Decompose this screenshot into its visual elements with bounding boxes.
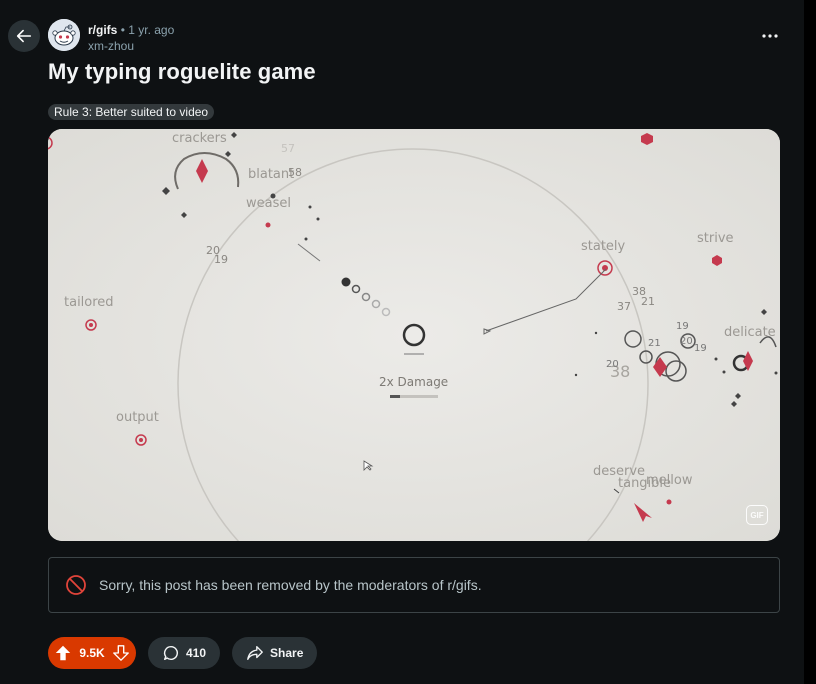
post-page: r/gifs • 1 yr. ago xm-zhou My typing rog… [0,0,804,684]
subreddit-link[interactable]: r/gifs [88,23,117,37]
post-title: My typing roguelite game [48,59,316,84]
gif-badge: GIF [746,505,768,525]
subreddit-icon [48,19,80,51]
damage-number: 20 [606,359,619,370]
word-delicate: delicate [724,325,776,340]
comment-count: 410 [186,646,207,660]
meta-separator: • [120,23,125,37]
downvote-button[interactable] [112,644,130,662]
vote-count: 9.5K [79,646,105,660]
post-meta: r/gifs • 1 yr. ago xm-zhou [88,22,174,54]
comments-button[interactable]: 410 [148,637,221,669]
damage-number: 57 [281,142,295,155]
damage-number: 19 [694,343,707,354]
scrollbar-track[interactable] [804,0,816,684]
author-link[interactable]: xm-zhou [88,38,174,54]
share-label: Share [270,646,304,660]
back-button[interactable] [8,20,40,52]
damage-number: 21 [641,295,655,308]
word-strive: strive [697,231,734,246]
damage-number: 37 [617,300,631,313]
word-crackers: crackers [172,131,227,146]
damage-number: 19 [214,253,228,266]
word-stately: stately [581,239,626,254]
comment-bubble-icon [163,645,179,661]
share-button[interactable]: Share [232,637,318,669]
more-options-button[interactable] [756,24,784,48]
upvote-button[interactable] [54,644,72,662]
share-icon [247,646,263,660]
damage-number: 58 [288,166,302,179]
damage-number: 21 [648,338,661,349]
game-frame: crackers blatant weasel tailored output … [48,129,780,541]
arrow-left-icon [16,29,32,43]
removed-notice: Sorry, this post has been removed by the… [48,557,780,613]
downvote-icon [113,645,129,661]
upvote-icon [55,645,71,661]
removed-message: Sorry, this post has been removed by the… [99,577,482,593]
damage-number: 20 [680,336,693,347]
damage-number: 19 [676,321,689,332]
prohibited-icon [66,575,86,595]
post-time: 1 yr. ago [128,23,175,37]
post-flair[interactable]: Rule 3: Better suited to video [48,104,215,120]
word-tailored: tailored [64,295,114,310]
ellipsis-icon [762,34,778,38]
word-weasel: weasel [246,196,291,211]
word-output: output [116,410,159,425]
gif-media[interactable]: crackers blatant weasel tailored output … [48,129,780,541]
vote-control: 9.5K [48,637,136,669]
post-actions: 9.5K 410 Share [48,637,318,669]
damage-label: 2x Damage [379,375,448,389]
word-mellow: mellow [646,473,693,488]
subreddit-avatar[interactable] [48,19,80,51]
